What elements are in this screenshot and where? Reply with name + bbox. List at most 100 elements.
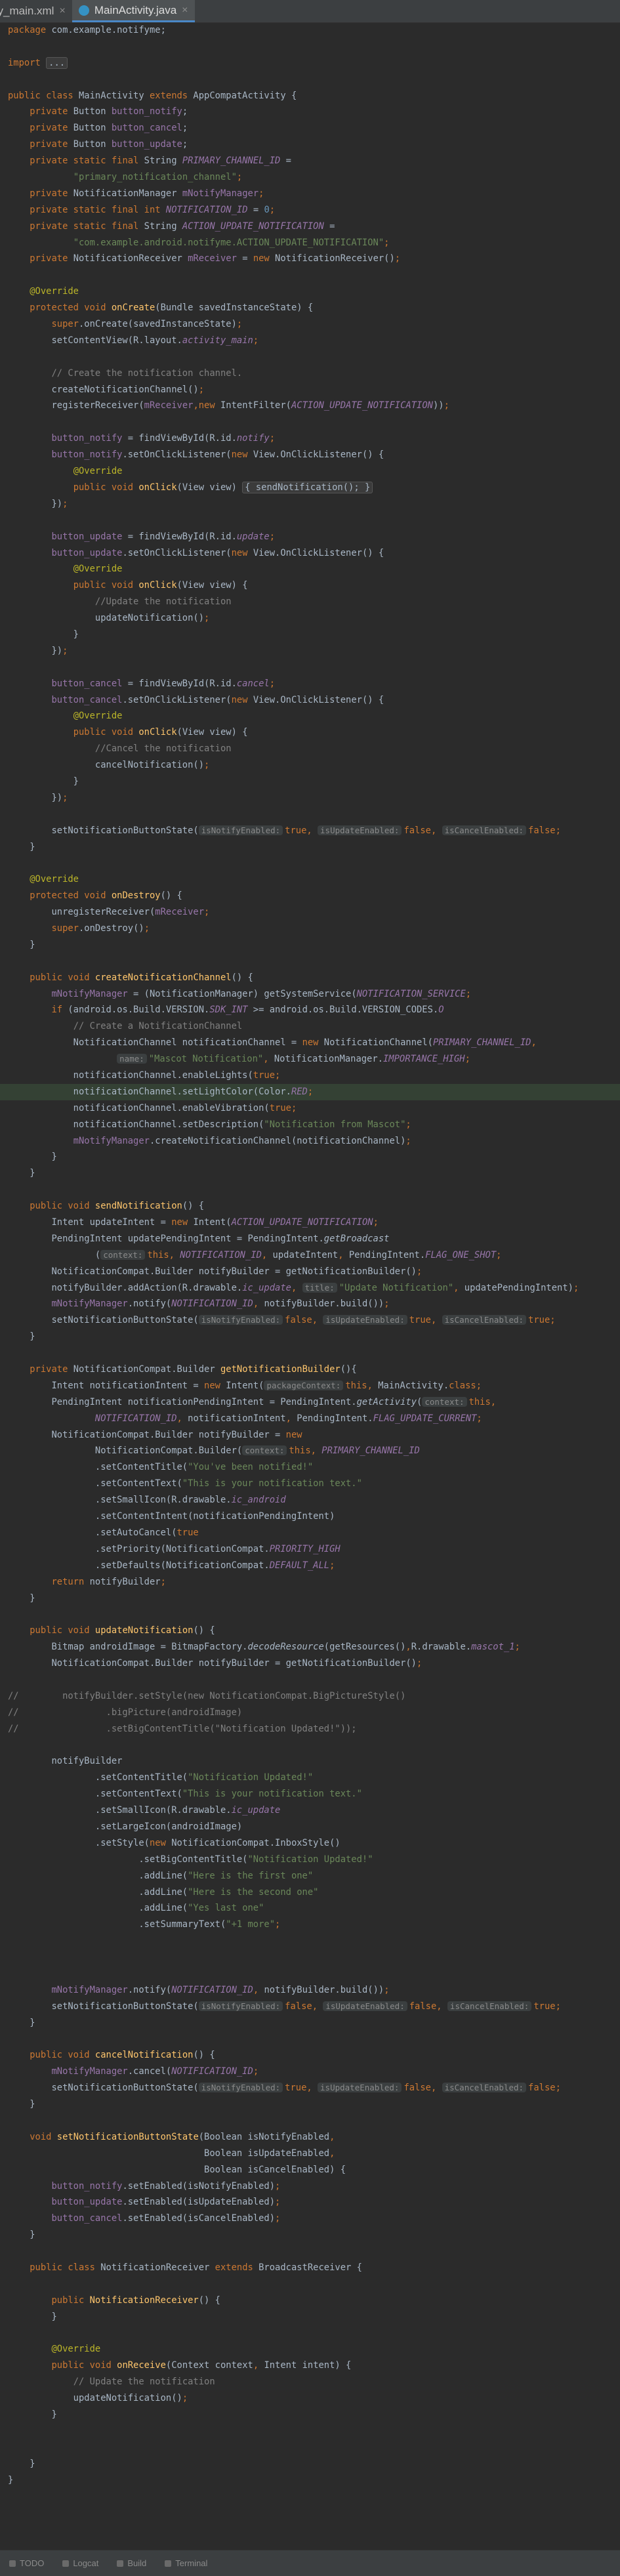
code-line[interactable] <box>0 512 620 529</box>
code-line[interactable]: public void createNotificationChannel() … <box>0 970 620 986</box>
code-line[interactable]: @Override <box>0 2341 620 2358</box>
code-line[interactable] <box>0 953 620 970</box>
code-line[interactable] <box>0 659 620 676</box>
code-line[interactable]: Bitmap androidImage = BitmapFactory.deco… <box>0 1639 620 1655</box>
code-line[interactable] <box>0 1966 620 1982</box>
code-line[interactable]: .addLine("Here is the second one" <box>0 1884 620 1901</box>
code-line[interactable]: mNotifyManager.cancel(NOTIFICATION_ID; <box>0 2064 620 2080</box>
code-line[interactable]: } <box>0 1149 620 1165</box>
code-line[interactable]: createNotificationChannel(); <box>0 382 620 398</box>
code-line[interactable]: button_cancel.setEnabled(isCancelEnabled… <box>0 2211 620 2227</box>
code-line[interactable]: button_notify = findViewById(R.id.notify… <box>0 430 620 447</box>
code-line[interactable]: .setContentIntent(notificationPendingInt… <box>0 1508 620 1525</box>
code-line[interactable] <box>0 855 620 871</box>
code-line[interactable]: NotificationCompat.Builder(context: this,… <box>0 1443 620 1459</box>
code-line[interactable]: // .setBigContentTitle("Notification Upd… <box>0 1721 620 1737</box>
code-line[interactable]: } <box>0 839 620 856</box>
code-line[interactable]: .addLine("Here is the first one" <box>0 1868 620 1884</box>
code-line[interactable]: cancelNotification(); <box>0 757 620 774</box>
code-line[interactable]: .setContentText("This is your notificati… <box>0 1476 620 1492</box>
code-line[interactable] <box>0 1345 620 1361</box>
code-line[interactable]: // .bigPicture(androidImage) <box>0 1705 620 1721</box>
code-line[interactable]: .addLine("Yes last one" <box>0 1900 620 1917</box>
code-line[interactable]: }); <box>0 643 620 659</box>
code-line[interactable]: .setStyle(new NotificationCompat.InboxSt… <box>0 1835 620 1852</box>
code-line[interactable]: //Cancel the notification <box>0 741 620 757</box>
code-line[interactable]: } <box>0 1590 620 1607</box>
code-line[interactable]: private NotificationReceiver mReceiver =… <box>0 251 620 267</box>
code-line[interactable]: package com.example.notifyme; <box>0 22 620 39</box>
code-line[interactable]: NotificationCompat.Builder notifyBuilder… <box>0 1427 620 1444</box>
code-line[interactable]: @Override <box>0 283 620 300</box>
code-line[interactable]: Boolean isUpdateEnabled, <box>0 2146 620 2162</box>
code-line[interactable]: .setContentText("This is your notificati… <box>0 1786 620 1802</box>
code-line[interactable]: } <box>0 2472 620 2489</box>
code-line[interactable]: @Override <box>0 708 620 724</box>
code-line[interactable]: .setSmallIcon(R.drawable.ic_update <box>0 1802 620 1819</box>
code-line[interactable] <box>0 2113 620 2129</box>
code-line[interactable] <box>0 1606 620 1623</box>
code-line[interactable]: public void cancelNotification() { <box>0 2047 620 2064</box>
code-line[interactable]: } <box>0 1165 620 1182</box>
code-line[interactable]: protected void onCreate(Bundle savedInst… <box>0 300 620 316</box>
code-line[interactable]: public void sendNotification() { <box>0 1198 620 1215</box>
code-line[interactable]: NOTIFICATION_ID, notificationIntent, Pen… <box>0 1411 620 1427</box>
code-line[interactable]: public void onClick(View view) { sendNot… <box>0 480 620 496</box>
code-line[interactable]: public NotificationReceiver() { <box>0 2293 620 2309</box>
code-line[interactable]: } <box>0 2309 620 2325</box>
code-line[interactable]: // Create the notification channel. <box>0 365 620 382</box>
code-line[interactable]: public void onReceive(Context context, I… <box>0 2358 620 2374</box>
code-line[interactable] <box>0 1933 620 1949</box>
code-line[interactable]: super.onCreate(savedInstanceState); <box>0 316 620 333</box>
code-line[interactable] <box>0 1949 620 1966</box>
code-line[interactable] <box>0 2440 620 2456</box>
code-line[interactable]: // Update the notification <box>0 2374 620 2390</box>
code-line[interactable] <box>0 1672 620 1688</box>
code-line[interactable]: setNotificationButtonState(isNotifyEnabl… <box>0 823 620 839</box>
code-line[interactable]: button_notify.setOnClickListener(new Vie… <box>0 447 620 463</box>
code-line[interactable]: notifyBuilder <box>0 1753 620 1770</box>
code-line[interactable] <box>0 1737 620 1754</box>
code-line[interactable]: NotificationCompat.Builder notifyBuilder… <box>0 1655 620 1672</box>
tool-window-todo[interactable]: TODO <box>9 2558 44 2568</box>
tab-mainactivity-java[interactable]: MainActivity.java × <box>72 0 195 22</box>
code-line[interactable]: button_update.setEnabled(isUpdateEnabled… <box>0 2194 620 2211</box>
code-line[interactable] <box>0 72 620 88</box>
code-line[interactable]: @Override <box>0 463 620 480</box>
code-line[interactable]: notificationChannel.setDescription("Noti… <box>0 1117 620 1133</box>
code-line[interactable]: } <box>0 2096 620 2113</box>
code-line[interactable]: private static final String ACTION_UPDAT… <box>0 218 620 235</box>
code-line[interactable]: PendingIntent notificationPendingIntent … <box>0 1394 620 1411</box>
code-line[interactable]: PendingIntent updatePendingIntent = Pend… <box>0 1231 620 1247</box>
code-line[interactable]: public void onClick(View view) { <box>0 577 620 594</box>
code-line[interactable] <box>0 414 620 430</box>
code-line[interactable]: mNotifyManager = (NotificationManager) g… <box>0 986 620 1003</box>
tool-window-terminal[interactable]: Terminal <box>165 2558 207 2568</box>
code-line[interactable]: //Update the notification <box>0 594 620 610</box>
code-line[interactable]: public class MainActivity extends AppCom… <box>0 88 620 104</box>
code-line[interactable]: notificationChannel.enableLights(true; <box>0 1068 620 1084</box>
code-line[interactable]: public void onClick(View view) { <box>0 724 620 741</box>
code-line[interactable]: NotificationCompat.Builder notifyBuilder… <box>0 1264 620 1280</box>
code-line[interactable]: }); <box>0 790 620 806</box>
code-line[interactable]: private NotificationManager mNotifyManag… <box>0 186 620 202</box>
code-line[interactable]: mNotifyManager.notify(NOTIFICATION_ID, n… <box>0 1982 620 1999</box>
code-line[interactable]: } <box>0 627 620 643</box>
close-icon[interactable]: × <box>182 5 188 16</box>
code-line[interactable]: if (android.os.Build.VERSION.SDK_INT >= … <box>0 1002 620 1018</box>
code-line[interactable] <box>0 1182 620 1198</box>
code-line[interactable]: private static final String PRIMARY_CHAN… <box>0 153 620 169</box>
code-line[interactable]: } <box>0 774 620 790</box>
code-line[interactable]: private NotificationCompat.Builder getNo… <box>0 1361 620 1378</box>
code-line[interactable]: protected void onDestroy() { <box>0 888 620 904</box>
code-line[interactable] <box>0 2243 620 2260</box>
code-line[interactable]: } <box>0 2227 620 2243</box>
code-line[interactable]: .setSmallIcon(R.drawable.ic_android <box>0 1492 620 1508</box>
code-line[interactable]: button_update.setOnClickListener(new Vie… <box>0 545 620 562</box>
code-line[interactable]: private Button button_update; <box>0 136 620 153</box>
code-line[interactable]: } <box>0 1329 620 1345</box>
code-line[interactable]: updateNotification(); <box>0 2390 620 2407</box>
code-line[interactable]: super.onDestroy(); <box>0 921 620 937</box>
code-line[interactable]: NotificationChannel notificationChannel … <box>0 1035 620 1051</box>
tool-window-build[interactable]: Build <box>117 2558 146 2568</box>
